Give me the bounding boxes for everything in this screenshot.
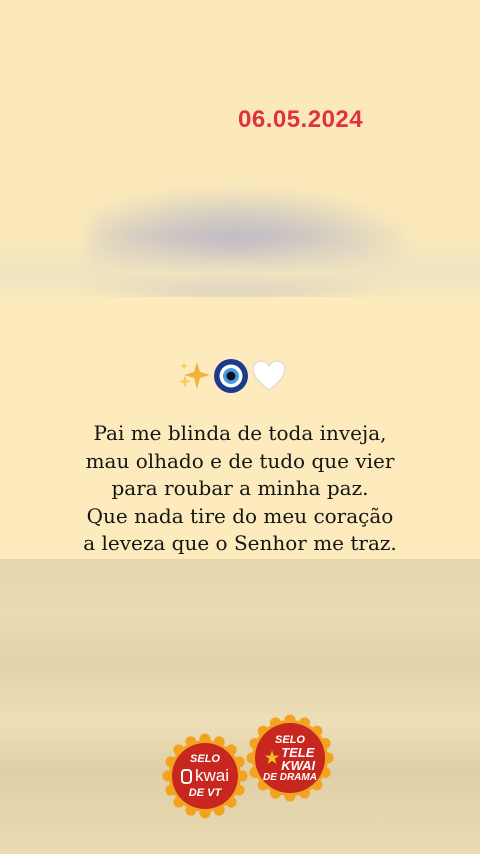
quote-line: Pai me blinda de toda inveja,	[93, 421, 387, 445]
kwai-logo-icon	[180, 768, 192, 784]
white-heart-icon	[251, 359, 287, 397]
sparkles-icon	[177, 359, 211, 397]
emoji-row	[177, 359, 287, 397]
blurred-strip	[0, 236, 480, 300]
quote-line: a leveza que o Senhor me traz.	[83, 531, 397, 555]
badge-brand-line1: TELE	[281, 744, 315, 760]
badge-bottom-label: DE VT	[188, 787, 222, 799]
post-date: 06.05.2024	[238, 106, 364, 133]
quote-line: para roubar a minha paz.	[111, 476, 369, 500]
quote-text: Pai me blinda de toda inveja, mau olhado…	[50, 420, 430, 558]
star-icon: ★	[264, 750, 280, 767]
badge-top-label: SELO	[190, 753, 220, 765]
badge-brand: kwai	[194, 766, 229, 785]
quote-line: Que nada tire do meu coração	[86, 503, 394, 528]
badge-bottom-label: DE DRAMA	[263, 771, 317, 783]
quote-line: mau olhado e de tudo que vier	[85, 448, 395, 473]
badge-brand-line2: KWAI	[281, 757, 316, 773]
badge-top-label: SELO	[275, 733, 305, 746]
nazar-amulet-icon	[213, 358, 249, 398]
selo-kwai-vt-badge[interactable]: SELO kwai DE VT	[162, 733, 248, 819]
selo-telekwai-drama-badge[interactable]: SELO ★ TELE KWAI DE DRAMA	[246, 714, 334, 802]
